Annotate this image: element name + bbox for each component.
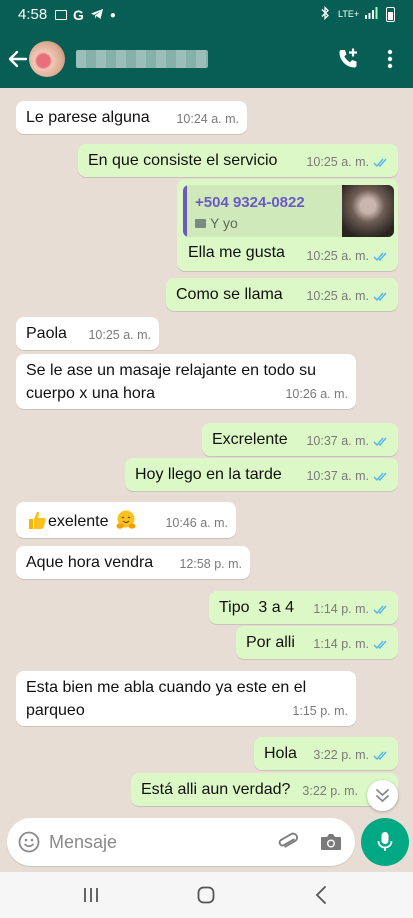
message-time: 3:22 p. m. [313,748,369,762]
message-outgoing[interactable]: Como se llama 10:25 a. m. [166,278,398,311]
message-time: 10:37 a. m. [306,469,369,483]
telegram-icon [90,8,104,23]
read-ticks-icon [373,158,387,168]
network-label: LTE+ [338,8,360,19]
contact-avatar[interactable] [29,41,65,77]
system-navigation-bar [0,872,413,918]
hugging-face-emoji-icon [116,510,136,529]
message-outgoing[interactable]: En que consiste el servicio 10:25 a. m. [78,144,398,177]
message-time: 1:15 p. m. [292,704,348,718]
message-time: 10:25 a. m. [88,328,151,342]
thumbs-up-emoji-icon [29,511,46,529]
home-icon[interactable] [196,885,216,905]
message-outgoing-reply[interactable]: +504 9324-0822 Y yo Ella me gusta 10:25 … [177,179,398,271]
read-ticks-icon [373,605,387,615]
message-time: 3:22 p. m. [302,784,358,798]
message-time: 10:25 a. m. [306,289,369,303]
contact-name-redacted[interactable] [76,50,208,68]
message-incoming[interactable]: exelente 10:46 a. m. [16,502,236,538]
message-outgoing[interactable]: Por alli 1:14 p. m. [236,626,398,659]
message-outgoing[interactable]: Hoy llego en la tarde 10:37 a. m. [125,458,398,491]
message-text-line-1: Se le ase un masaje relajante en todo su [26,362,316,379]
message-text: Ella me gusta [188,244,285,261]
emoji-icon[interactable] [17,830,41,854]
message-input[interactable] [49,828,269,856]
gallery-icon [55,10,67,20]
status-time: 4:58 [18,6,48,23]
message-time: 10:25 a. m. [306,249,369,263]
add-call-icon[interactable] [336,47,360,71]
message-incoming[interactable]: Paola 10:25 a. m. [16,317,159,350]
message-outgoing[interactable]: Está alli aun verdad? 3:22 p. m. [131,773,398,806]
message-text-line-1: Esta bien me abla cuando ya este en el [26,679,307,696]
message-time: 10:26 a. m. [285,387,348,401]
quoted-sender: Y yo [210,215,238,231]
read-ticks-icon [373,437,387,447]
message-time: 1:14 p. m. [313,637,369,651]
message-time: 10:46 a. m. [165,516,228,530]
google-icon: G [73,7,84,23]
more-options-icon[interactable] [380,48,400,70]
message-composer [7,818,355,866]
read-ticks-icon [373,472,387,482]
nav-back-icon[interactable] [314,885,328,905]
chat-header [0,30,413,88]
message-outgoing[interactable]: Hola 3:22 p. m. [254,737,398,770]
voice-record-button[interactable] [361,818,409,866]
message-incoming[interactable]: Esta bien me abla cuando ya este en el p… [16,671,356,726]
message-incoming[interactable]: Se le ase un masaje relajante en todo su… [16,354,356,409]
attach-icon[interactable] [276,830,300,854]
message-time: 10:24 a. m. [176,112,239,126]
camera-icon[interactable] [319,831,343,853]
dot-icon: ● [109,9,116,21]
recent-apps-icon[interactable] [82,886,100,904]
back-arrow-icon[interactable] [7,46,29,72]
message-time: 10:37 a. m. [306,434,369,448]
scroll-to-bottom-button[interactable] [367,780,398,811]
message-outgoing[interactable]: Excrelente 10:37 a. m. [202,423,398,456]
read-ticks-icon [373,252,387,262]
message-list[interactable]: Le parese alguna 10:24 a. m. En que cons… [0,88,413,811]
microphone-icon [377,832,393,851]
message-time: 10:25 a. m. [306,155,369,169]
message-incoming[interactable]: Le parese alguna 10:24 a. m. [16,101,247,134]
quoted-message[interactable]: +504 9324-0822 Y yo [183,185,394,237]
quoted-image-thumbnail [342,185,394,237]
message-time: 12:58 p. m. [179,557,242,571]
message-outgoing[interactable]: Tipo 3 a 4 1:14 p. m. [209,591,398,624]
message-text: exelente [48,513,109,530]
quoted-phone: +504 9324-0822 [195,194,305,211]
read-ticks-icon [373,640,387,650]
status-bar: 4:58 G ● LTE+ [0,0,413,30]
read-ticks-icon [373,292,387,302]
bluetooth-icon [321,5,330,22]
battery-icon [386,6,395,22]
message-time: 1:14 p. m. [313,602,369,616]
photo-icon [195,219,206,228]
notification-icons: G ● [55,7,116,23]
read-ticks-icon [373,751,387,761]
double-chevron-down-icon [376,789,389,803]
signal-icon [364,7,378,21]
message-incoming[interactable]: Aque hora vendra 12:58 p. m. [16,546,250,579]
system-icons: LTE+ [321,5,395,22]
